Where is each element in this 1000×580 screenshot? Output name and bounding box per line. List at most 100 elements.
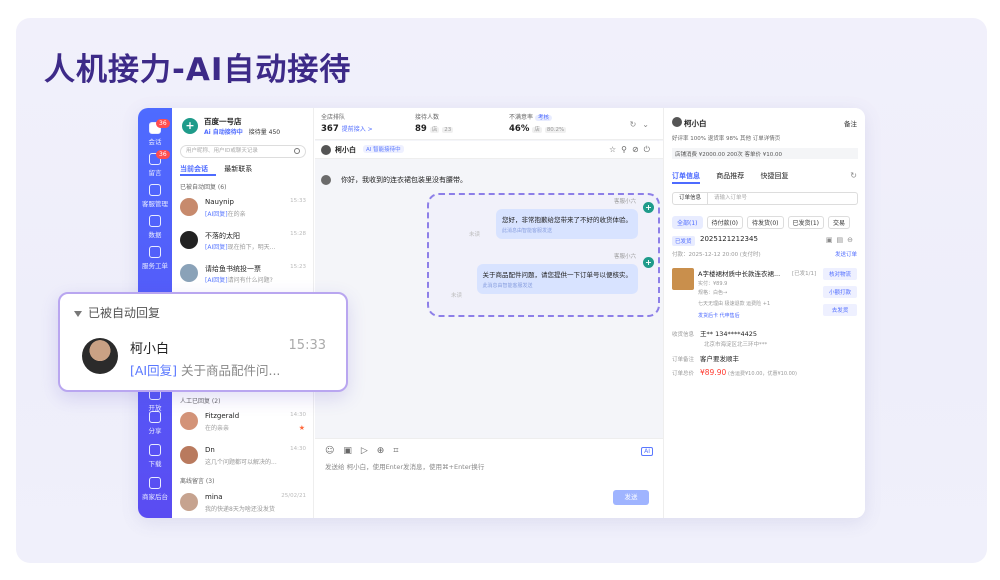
early-access-link[interactable]: 提前接入 > [342, 126, 373, 133]
avatar [321, 175, 331, 185]
small-payment-button[interactable]: 小额打款 [823, 286, 857, 298]
header-action-icons[interactable]: ☆⚲⊘⏻ [609, 145, 655, 155]
stat-label: 不满意率 [509, 114, 534, 121]
rail-item-tickets[interactable]: 服务工单 [138, 246, 172, 270]
tab-quick-reply[interactable]: 快捷回复 [760, 172, 788, 180]
filter-trade[interactable]: 交易 [828, 216, 851, 229]
ai-note: 此消息由智能客服发送 [502, 228, 553, 234]
avatar [180, 231, 198, 249]
order-search[interactable]: 订单信息 请输入订单号 [672, 192, 858, 205]
rail-label: 客服管理 [142, 200, 168, 208]
product-tags: 七天无理由 极速退款 运费险 +1 [698, 301, 771, 307]
chat-panel: 全店排队 367 提前接入 > 接待人数 89 店 23 不满意率 考核 46%… [315, 108, 663, 518]
avatar [180, 412, 198, 430]
message-time: 25/02/21 [281, 493, 306, 499]
rail-item-merchant[interactable]: 商家后台 [138, 477, 172, 501]
bot-name: 客服小六 [613, 254, 636, 260]
group-manual-replied[interactable]: 人工已回复 (2) [180, 396, 220, 405]
tab-order-info[interactable]: 订单信息 [672, 172, 700, 180]
side-tabs: 订单信息 商品推荐 快捷回复 [672, 171, 802, 181]
active-tab-indicator [180, 174, 216, 176]
search-input[interactable]: 用户昵称、用户ID或聊天记录 [180, 145, 306, 158]
list-tabs: 当前会话 最新联系 [180, 164, 266, 174]
refresh-icon[interactable]: ↻ [850, 171, 857, 180]
list-item[interactable]: 请给鱼书统投一票 [AI回复]请问有什么问题? 15:23 [180, 262, 306, 288]
list-item[interactable]: Fitzgerald 在的亲亲 14:30 ★ [180, 410, 306, 436]
remark-row: 订单备注 客户要发顺丰 [672, 355, 740, 363]
reception-count: 450 [268, 129, 281, 136]
contact-name: Nauynip [205, 198, 234, 206]
message-time: 14:30 [290, 412, 306, 418]
rail-item-download[interactable]: 下载 [138, 444, 172, 468]
message-time: 15:23 [290, 264, 306, 270]
send-button[interactable]: 发送 [613, 490, 649, 505]
search-placeholder: 用户昵称、用户ID或聊天记录 [186, 148, 258, 154]
order-action-icons[interactable]: ▣▤⊖ [826, 236, 857, 244]
group-auto-replied[interactable]: 已被自动回复 (6) [180, 182, 226, 191]
ai-assist-button[interactable]: AI [641, 447, 653, 456]
after-sale-links[interactable]: 发货后卡 代申售后 [698, 312, 740, 319]
chart-icon [149, 215, 161, 227]
stat-value: 89 [415, 124, 427, 134]
compose-toolbar[interactable]: ☺▣▷⊕⌗ [325, 446, 407, 456]
list-item[interactable]: Nauynip [AI回复]在的亲 15:33 [180, 196, 306, 222]
compose-area: ☺▣▷⊕⌗ AI 发送给 柯小白，使用Enter发消息，使用⌘+Enter换行 … [315, 438, 663, 518]
unread-badge: 36 [156, 119, 170, 128]
order-search-input[interactable]: 请输入订单号 [708, 195, 747, 201]
tab-current[interactable]: 当前会话 [180, 165, 208, 173]
rail-item-share[interactable]: 分享 [138, 411, 172, 435]
message-time: 14:30 [290, 446, 306, 452]
agent-icon [149, 184, 161, 196]
rail-label: 数据 [148, 231, 162, 239]
filter-shipped[interactable]: 已发货(1) [787, 216, 824, 229]
list-item[interactable]: Dn 这几个问题都可以解决的... 14:30 [180, 444, 306, 470]
list-item[interactable]: mina 我的快递8天为啥还没发货 25/02/21 [180, 491, 306, 517]
rail-item-messages[interactable]: 36 留言 [138, 150, 172, 177]
refresh-collapse-icons[interactable]: ↻⌄ [630, 120, 655, 129]
read-status: 未读 [451, 293, 463, 299]
order-search-type[interactable]: 订单信息 [673, 193, 709, 204]
bot-message: 关于商品配件问题，请您提供一下订单号以便核实。 此消息由智能客服发送 [476, 264, 638, 294]
last-message: 在的亲亲 [205, 425, 230, 432]
product-spec: 规格：白色→ [698, 290, 728, 296]
tab-recent[interactable]: 最新联系 [224, 165, 252, 173]
list-item[interactable]: 不落的太阳 [AI回复]现在拍下，明天... 15:28 [180, 229, 306, 255]
tab-product-recommend[interactable]: 商品推荐 [716, 172, 744, 180]
group-offline[interactable]: 离线留言 (3) [180, 476, 214, 485]
note-button[interactable]: 备注 [844, 118, 857, 128]
filter-all[interactable]: 全部(1) [672, 216, 703, 229]
message-input[interactable]: 发送给 柯小白，使用Enter发消息，使用⌘+Enter换行 [325, 461, 484, 471]
customer-panel: 柯小白 备注 好评率 100% 退货率 98% 其他 订单详情页 店铺消费 ¥2… [663, 108, 865, 518]
caret-down-icon [74, 310, 82, 317]
rail-item-agent-mgmt[interactable]: 客服管理 [138, 184, 172, 208]
avatar [672, 117, 682, 127]
order-actions: 核对物流 小额打款 去发货 [823, 268, 857, 322]
product-image [672, 268, 694, 290]
avatar [180, 493, 198, 511]
filter-unpaid[interactable]: 待付款(0) [706, 216, 743, 229]
star-icon[interactable]: ★ [299, 424, 305, 432]
bot-icon: + [643, 202, 654, 213]
message-time: 15:33 [288, 338, 326, 353]
shop-status: Ai 自动接待中 接待量 450 [204, 127, 280, 136]
ship-button[interactable]: 去发货 [823, 304, 857, 316]
send-order-link[interactable]: 发送订单 [835, 250, 857, 258]
rail-item-chat[interactable]: 36 会话 [138, 119, 172, 146]
rail-label: 留言 [148, 169, 162, 177]
customer-name: 柯小白 [684, 119, 707, 128]
product-count: [已发1/1] [792, 271, 817, 277]
share-icon [149, 411, 161, 423]
rail-item-data[interactable]: 数据 [138, 215, 172, 239]
filter-to-ship[interactable]: 待发货(0) [747, 216, 784, 229]
check-logistics-button[interactable]: 核对物流 [823, 268, 857, 280]
customer-message: 你好，我收到的连衣裙包装里没有腰带。 [321, 175, 467, 185]
product-price: 实付：¥89.9 [698, 281, 728, 287]
auto-reply-callout[interactable]: 已被自动回复 柯小白 15:33 [AI回复] 关于商品配件问... [58, 292, 348, 392]
last-message: [AI回复]请问有什么问题? [205, 277, 273, 284]
last-message: [AI回复] 关于商品配件问... [130, 363, 281, 378]
pay-time: 付款：2025-12-12 20:00 (支付时) [672, 252, 761, 258]
shop-name: 百度一号店 [204, 117, 242, 126]
ai-status[interactable]: Ai 自动接待中 [204, 129, 243, 136]
ai-reply-highlight: 客服小六 + 未读 您好，非常抱歉给您带来了不好的收货体验。 此消息由智能客服发… [427, 193, 660, 317]
last-message: [AI回复]现在拍下，明天... [205, 244, 276, 251]
